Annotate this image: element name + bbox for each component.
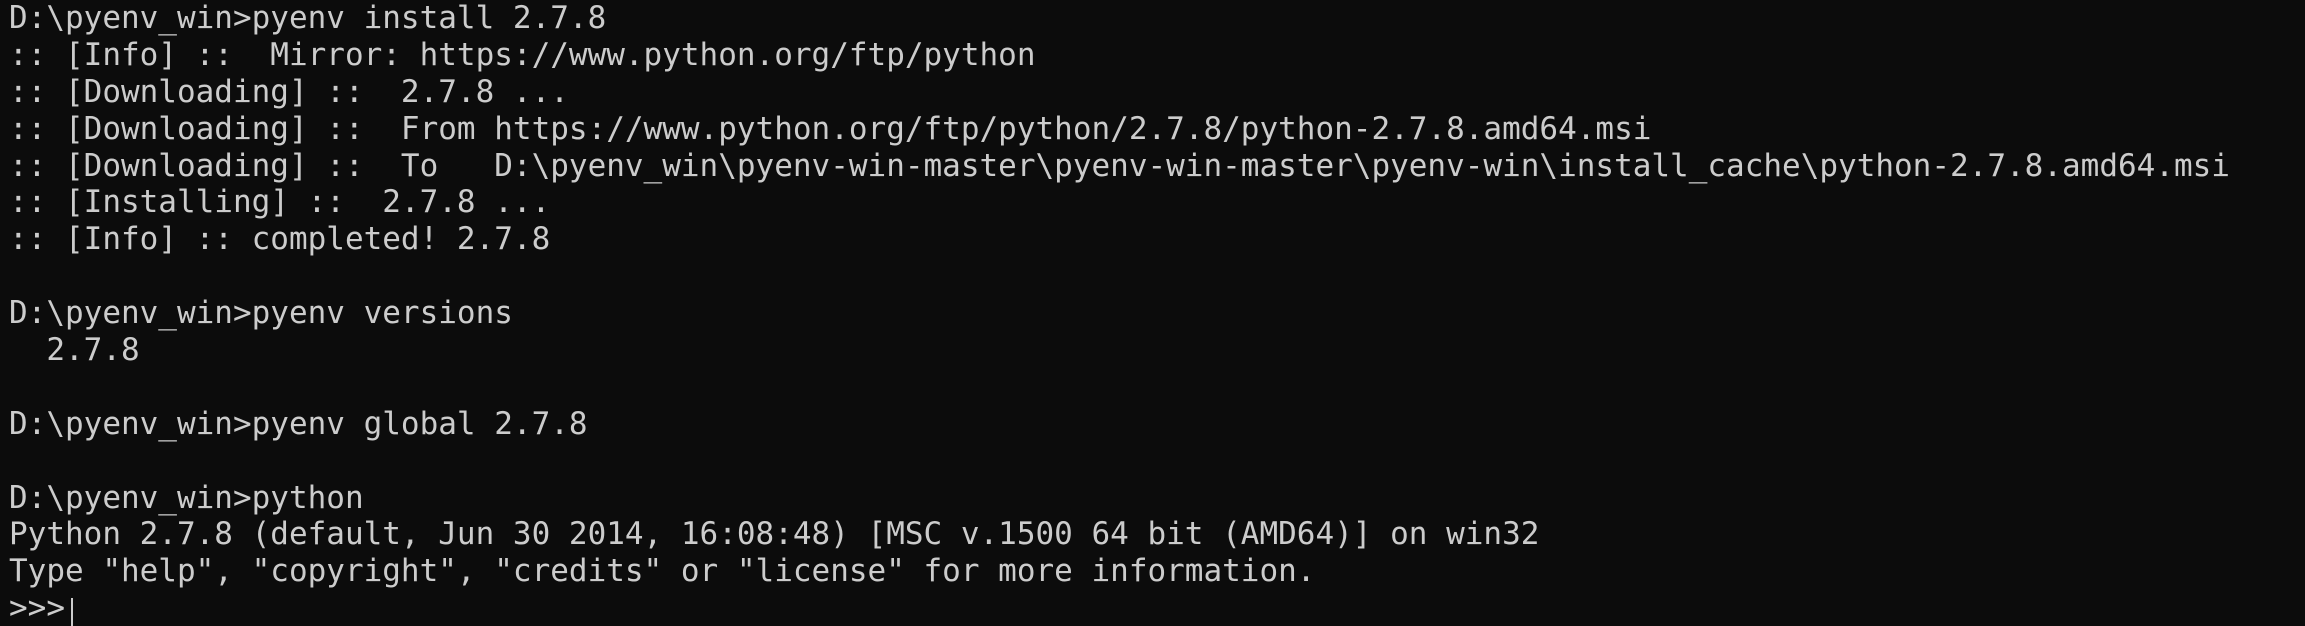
- output-line: D:\pyenv_win>pyenv install 2.7.8: [9, 0, 607, 36]
- text-cursor: [71, 597, 73, 626]
- output-line: D:\pyenv_win>python: [9, 479, 364, 516]
- output-line: :: [Info] :: Mirror: https://www.python.…: [9, 36, 1036, 73]
- python-prompt: >>>: [9, 590, 65, 626]
- output-line: :: [Downloading] :: To D:\pyenv_win\pyen…: [9, 147, 2230, 184]
- output-line: Python 2.7.8 (default, Jun 30 2014, 16:0…: [9, 516, 1540, 553]
- terminal-window[interactable]: D:\pyenv_win>pyenv install 2.7.8 :: [Inf…: [0, 0, 2305, 626]
- output-line: D:\pyenv_win>pyenv global 2.7.8: [9, 405, 588, 442]
- output-line: :: [Downloading] :: From https://www.pyt…: [9, 110, 1652, 147]
- output-line: :: [Info] :: completed! 2.7.8: [9, 221, 551, 258]
- output-line: Type "help", "copyright", "credits" or "…: [9, 553, 1316, 590]
- python-prompt-line[interactable]: >>>: [9, 590, 2305, 626]
- output-line: 2.7.8: [9, 332, 140, 369]
- output-line: :: [Downloading] :: 2.7.8 ...: [9, 73, 569, 110]
- output-line: D:\pyenv_win>pyenv versions: [9, 295, 513, 332]
- output-line: :: [Installing] :: 2.7.8 ...: [9, 184, 551, 221]
